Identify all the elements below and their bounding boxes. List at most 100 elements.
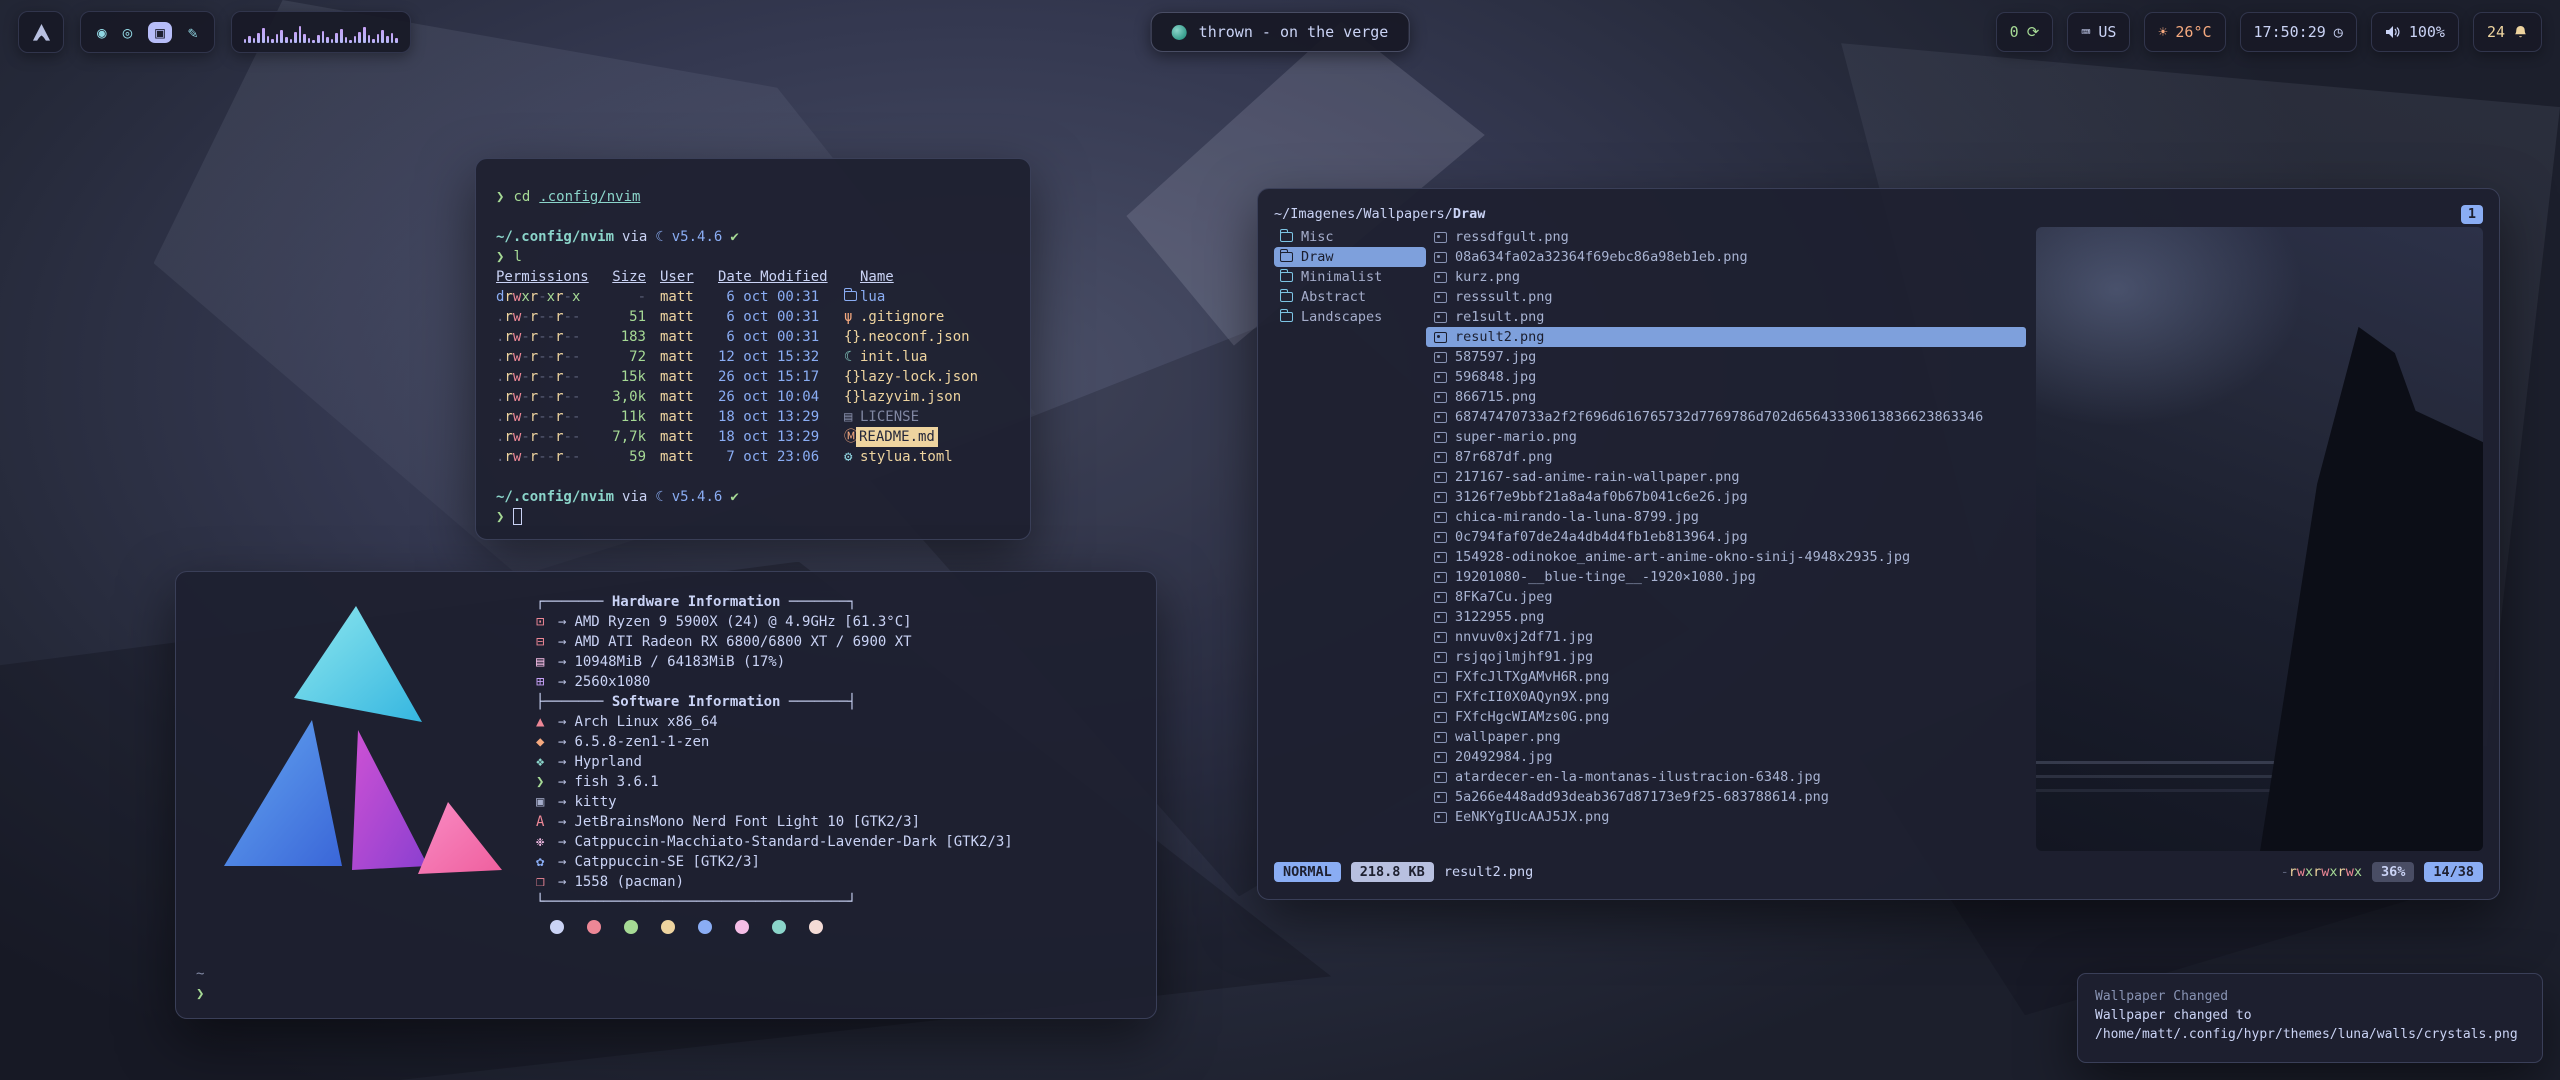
file-row[interactable]: 08a634fa02a32364f69ebc86a98eb1eb.png xyxy=(1426,247,2026,267)
launcher-button[interactable] xyxy=(18,11,64,53)
cava-bar xyxy=(285,37,288,43)
cava-bar xyxy=(340,29,343,43)
file-row[interactable]: 596848.jpg xyxy=(1426,367,2026,387)
file-row[interactable]: re1sult.png xyxy=(1426,307,2026,327)
prompt-char: ❯ xyxy=(496,507,504,527)
workspace-3[interactable]: ▣ xyxy=(148,22,172,43)
file-row[interactable]: 68747470733a2f2f696d616765732d7769786d70… xyxy=(1426,407,2026,427)
file-row[interactable]: ressdfgult.png xyxy=(1426,227,2026,247)
workspace-1[interactable]: ◉ xyxy=(97,23,107,42)
image-file-icon xyxy=(1434,352,1447,363)
file-row[interactable]: FXfcII0X0AQyn9X.png xyxy=(1426,687,2026,707)
terminal-window-fastfetch[interactable]: ┌─────── Hardware Information ───────┐⊡→… xyxy=(175,571,1157,1019)
folder-icon xyxy=(1280,292,1293,302)
via-label: via xyxy=(622,487,647,507)
info-value: AMD Ryzen 9 5900X (24) @ 4.9GHz [61.3°C] xyxy=(574,612,911,632)
file-row[interactable]: 0c794faf07de24a4db4d4fb1eb813964.jpg xyxy=(1426,527,2026,547)
file-row[interactable]: FXfcHgcWIAMzs0G.png xyxy=(1426,707,2026,727)
file-name: result2.png xyxy=(1455,327,1544,347)
file-row[interactable]: wallpaper.png xyxy=(1426,727,2026,747)
fastfetch-info-line: A→JetBrainsMono Nerd Font Light 10 [GTK2… xyxy=(536,812,1136,832)
file-name: FXfcII0X0AQyn9X.png xyxy=(1455,687,1609,707)
top-bar-right: 0 ⟳ ⌨ US ☀ 26°C 17:50:29 ◷ 100% 24 xyxy=(1996,12,2542,52)
image-file-icon xyxy=(1434,472,1447,483)
volume-widget[interactable]: 100% xyxy=(2371,12,2459,52)
cava-bar xyxy=(377,34,380,43)
bell-icon xyxy=(2513,25,2528,40)
size-cell: 72 xyxy=(600,347,646,367)
fastfetch-info-line: ❉→Catppuccin-Macchiato-Standard-Lavender… xyxy=(536,832,1136,852)
file-row[interactable]: 19201080-__blue-tinge__-1920×1080.jpg xyxy=(1426,567,2026,587)
arrow-separator: → xyxy=(558,652,566,672)
status-filename: result2.png xyxy=(1444,864,1533,880)
fastfetch-info-line: ⊞→2560x1080 xyxy=(536,672,1136,692)
tab-badge[interactable]: 1 xyxy=(2461,205,2483,224)
volume-label: 100% xyxy=(2409,23,2445,41)
keyboard-layout-widget[interactable]: ⌨ US xyxy=(2067,12,2130,52)
music-title: thrown - on the verge xyxy=(1199,23,1389,41)
file-row[interactable]: 217167-sad-anime-rain-wallpaper.png xyxy=(1426,467,2026,487)
arrow-separator: → xyxy=(558,712,566,732)
updates-widget[interactable]: 0 ⟳ xyxy=(1996,12,2054,52)
fastfetch-info-line: ▣→kitty xyxy=(536,792,1136,812)
file-name: atardecer-en-la-montanas-ilustracion-634… xyxy=(1455,767,1821,787)
col-header-name: Name xyxy=(856,267,894,287)
file-name: .gitignore xyxy=(856,307,944,327)
notifications-widget[interactable]: 24 xyxy=(2473,12,2542,52)
file-list: ressdfgult.png08a634fa02a32364f69ebc86a9… xyxy=(1426,227,2026,851)
file-row[interactable]: result2.png xyxy=(1426,327,2026,347)
date-cell: 18 oct 13:29 xyxy=(704,427,832,447)
file-row[interactable]: rsjqojlmjhf91.jpg xyxy=(1426,647,2026,667)
music-player-widget[interactable]: thrown - on the verge xyxy=(1151,12,1410,52)
permissions-cell: drwxr-xr-x xyxy=(496,287,600,307)
sidebar-folder-abstract[interactable]: Abstract xyxy=(1274,287,1426,307)
size-cell: 183 xyxy=(600,327,646,347)
terminal-window-nvim[interactable]: ❯cd.config/nvim ~/.config/nvimvia☾v5.4.6… xyxy=(475,158,1031,540)
file-row[interactable]: EeNKYgIUcAAJ5JX.png xyxy=(1426,807,2026,827)
sidebar-folder-draw[interactable]: Draw xyxy=(1274,247,1426,267)
file-row[interactable]: chica-mirando-la-luna-8799.jpg xyxy=(1426,507,2026,527)
file-row[interactable]: nnvuv0xj2df71.jpg xyxy=(1426,627,2026,647)
file-row[interactable]: 866715.png xyxy=(1426,387,2026,407)
file-row[interactable]: 8FKa7Cu.jpeg xyxy=(1426,587,2026,607)
icons-icon: ✿ xyxy=(536,852,558,872)
file-name: init.lua xyxy=(856,347,927,367)
clock-widget[interactable]: 17:50:29 ◷ xyxy=(2240,12,2357,52)
sidebar-folder-misc[interactable]: Misc xyxy=(1274,227,1426,247)
gpu-icon: ⊟ xyxy=(536,632,558,652)
file-row[interactable]: 3122955.png xyxy=(1426,607,2026,627)
notification-title: Wallpaper Changed xyxy=(2095,987,2525,1006)
file-row[interactable]: 154928-odinokoe_anime-art-anime-okno-sin… xyxy=(1426,547,2026,567)
arrow-separator: → xyxy=(558,872,566,892)
file-row[interactable]: atardecer-en-la-montanas-ilustracion-634… xyxy=(1426,767,2026,787)
terminal-icon: ▣ xyxy=(536,792,558,812)
cava-bar xyxy=(244,39,247,43)
speaker-icon xyxy=(2385,25,2401,39)
cava-bar xyxy=(395,38,398,43)
notification-popup[interactable]: Wallpaper Changed Wallpaper changed to /… xyxy=(2077,973,2543,1063)
workspace-2[interactable]: ◎ xyxy=(123,23,133,42)
ls-row: drwxr-xr-x-matt 6 oct 00:31lua xyxy=(496,287,1010,307)
arrow-separator: → xyxy=(558,852,566,872)
cava-bar xyxy=(335,33,338,43)
file-row[interactable]: 5a266e448add93deab367d87173e9f25-6837886… xyxy=(1426,787,2026,807)
file-row[interactable]: 87r687df.png xyxy=(1426,447,2026,467)
file-row[interactable]: 20492984.jpg xyxy=(1426,747,2026,767)
image-file-icon xyxy=(1434,672,1447,683)
date-cell: 6 oct 00:31 xyxy=(704,327,832,347)
workspace-4[interactable]: ✎ xyxy=(188,23,198,42)
file-name: 0c794faf07de24a4db4d4fb1eb813964.jpg xyxy=(1455,527,1748,547)
file-manager-window[interactable]: ~/Imagenes/Wallpapers/Draw 1 MiscDrawMin… xyxy=(1257,188,2500,900)
file-row[interactable]: 3126f7e9bbf21a8a4af0b67b041c6e26.jpg xyxy=(1426,487,2026,507)
cava-bar xyxy=(299,26,302,43)
weather-widget[interactable]: ☀ 26°C xyxy=(2144,12,2225,52)
file-row[interactable]: super-mario.png xyxy=(1426,427,2026,447)
file-row[interactable]: 587597.jpg xyxy=(1426,347,2026,367)
file-row[interactable]: FXfcJlTXgAMvH6R.png xyxy=(1426,667,2026,687)
image-file-icon xyxy=(1434,432,1447,443)
sidebar-folder-landscapes[interactable]: Landscapes xyxy=(1274,307,1426,327)
arrow-separator: → xyxy=(558,732,566,752)
file-row[interactable]: resssult.png xyxy=(1426,287,2026,307)
sidebar-folder-minimalist[interactable]: Minimalist xyxy=(1274,267,1426,287)
file-row[interactable]: kurz.png xyxy=(1426,267,2026,287)
